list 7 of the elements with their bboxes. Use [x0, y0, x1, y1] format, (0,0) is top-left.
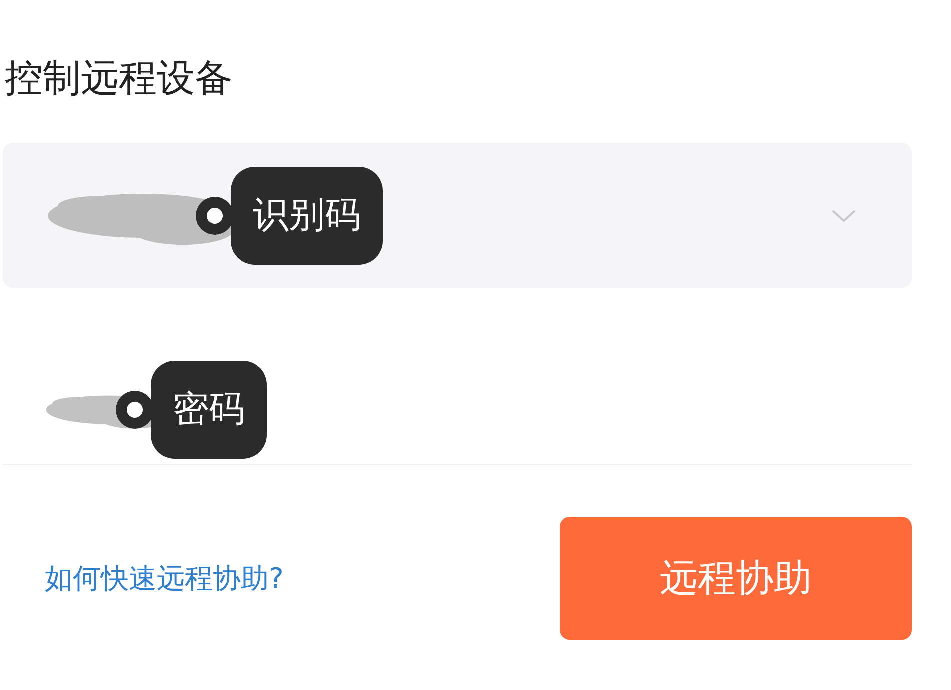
page-title: 控制远程设备: [5, 54, 233, 102]
callout-label: 密码: [151, 360, 267, 458]
chevron-down-icon: [831, 208, 857, 222]
password-field[interactable]: 密码: [3, 355, 912, 465]
help-link[interactable]: 如何快速远程协助?: [45, 558, 284, 600]
callout-label: 识别码: [231, 166, 383, 264]
id-dropdown[interactable]: 识别码: [3, 143, 912, 288]
